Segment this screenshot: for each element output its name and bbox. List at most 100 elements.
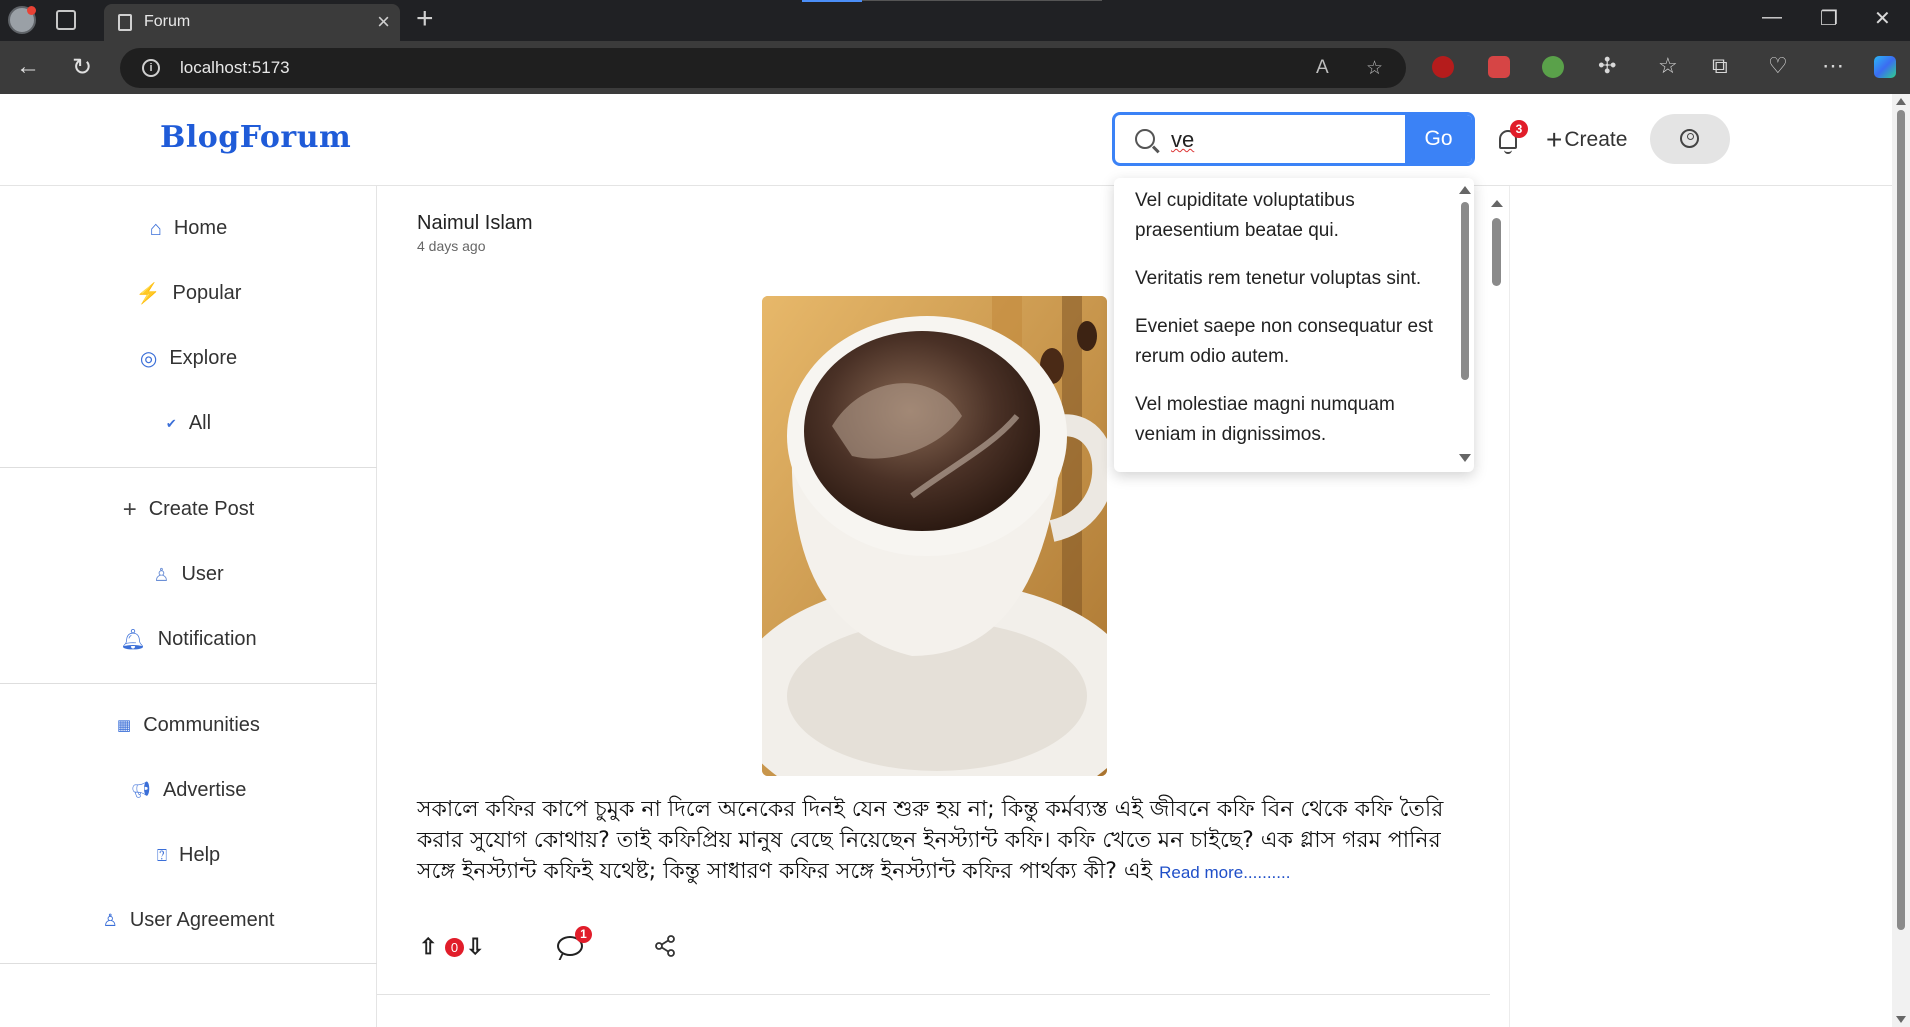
extension-icon[interactable] xyxy=(1542,56,1564,78)
post-author[interactable]: Naimul Islam xyxy=(417,212,533,235)
page: BlogForum Go 3 +Create ⌂Home ⚡Popular ◎E… xyxy=(0,94,1892,1027)
sidebar-item-advertise[interactable]: 📢︎ Advertise xyxy=(0,770,377,810)
post-time: 4 days ago xyxy=(417,238,486,254)
tab-actions-icon[interactable] xyxy=(56,10,76,30)
scroll-up-arrow[interactable] xyxy=(1459,186,1471,194)
read-aloud-icon[interactable]: A xyxy=(1316,57,1329,79)
browser-tab-bar: Forum × + — ❐ ✕ xyxy=(0,0,1910,41)
help-icon: ⍰ xyxy=(156,845,168,865)
sidebar-item-label: User Agreement xyxy=(129,909,275,931)
close-window-icon[interactable]: ✕ xyxy=(1874,6,1891,31)
restore-icon[interactable]: ❐ xyxy=(1820,6,1838,31)
scroll-up-arrow[interactable] xyxy=(1491,200,1503,207)
sidebar-item-label: Notification xyxy=(157,628,257,650)
scroll-thumb[interactable] xyxy=(1897,110,1905,930)
sidebar-item-communities[interactable]: ▦ Communities xyxy=(0,705,377,745)
search-input[interactable] xyxy=(1171,123,1351,157)
create-label: Create xyxy=(1564,128,1628,151)
sidebar-item-home[interactable]: ⌂ Home xyxy=(0,208,377,248)
create-button[interactable]: +Create xyxy=(1546,124,1627,156)
ublock-extension-icon[interactable] xyxy=(1432,56,1454,78)
sidebar-item-label: Create Post xyxy=(148,498,255,520)
search-icon xyxy=(1135,129,1155,149)
reload-icon[interactable]: ↻ xyxy=(72,53,92,82)
go-button[interactable]: Go xyxy=(1405,115,1472,163)
back-icon[interactable]: ← xyxy=(16,53,40,81)
sidebar-item-popular[interactable]: ⚡ Popular xyxy=(0,273,377,313)
scroll-down-arrow[interactable] xyxy=(1896,1016,1906,1023)
extension-icon[interactable] xyxy=(1488,56,1510,78)
suggestions-scrollbar[interactable] xyxy=(1456,178,1474,472)
sidebar-divider xyxy=(0,963,377,964)
close-tab-icon[interactable]: × xyxy=(377,9,390,35)
notification-bell-icon[interactable]: 3 xyxy=(1496,120,1528,154)
downvote-icon[interactable]: ⇩ xyxy=(466,934,484,960)
sidebar-item-notification[interactable]: 🔔︎ Notification xyxy=(0,619,377,659)
tab-title: Forum xyxy=(144,13,191,30)
minimize-icon[interactable]: — xyxy=(1762,6,1782,29)
favorite-star-icon[interactable]: ☆ xyxy=(1366,57,1383,80)
post-actions: ⇧ 0 ⇩ 1 xyxy=(417,926,717,962)
post-image[interactable] xyxy=(762,296,1107,776)
profile-button[interactable] xyxy=(1650,114,1730,164)
sidebar-item-label: User xyxy=(181,563,224,585)
sidebar-item-user-agreement[interactable]: ♙ User Agreement xyxy=(0,900,377,940)
sidebar-item-explore[interactable]: ◎ Explore xyxy=(0,338,377,378)
user-agreement-icon: ♙ xyxy=(102,910,118,930)
suggestion-item[interactable]: Veritatis rem tenetur voluptas sint. xyxy=(1114,256,1454,304)
scroll-down-arrow[interactable] xyxy=(1459,454,1471,462)
sidebar-item-help[interactable]: ⍰ Help xyxy=(0,835,377,875)
bell-icon: 🔔︎ xyxy=(120,628,146,651)
user-icon: ♙ xyxy=(153,564,170,585)
site-info-icon[interactable]: i xyxy=(142,59,160,77)
tab-indicator-track xyxy=(862,0,1102,1)
suggestion-item[interactable]: Vel molestiae magni numquam veniam in di… xyxy=(1114,382,1454,460)
read-more-link[interactable]: Read more.......... xyxy=(1159,863,1290,882)
sidebar-item-all[interactable]: ✔ All xyxy=(0,403,377,443)
upvote-icon[interactable]: ⇧ xyxy=(419,934,437,960)
sidebar-divider xyxy=(0,467,377,468)
user-circle-icon xyxy=(1680,129,1699,148)
home-icon: ⌂ xyxy=(149,217,162,240)
post-divider xyxy=(377,994,1490,995)
scroll-up-arrow[interactable] xyxy=(1896,98,1906,105)
new-tab-button[interactable]: + xyxy=(416,2,434,36)
sidebar-item-label: Explore xyxy=(169,347,238,369)
scroll-thumb[interactable] xyxy=(1492,218,1501,286)
share-icon[interactable] xyxy=(653,934,677,958)
search-suggestions: Vel cupiditate voluptatibus praesentium … xyxy=(1114,178,1474,472)
coffee-cup-image xyxy=(762,296,1107,776)
copilot-icon[interactable] xyxy=(1874,56,1896,78)
check-icon: ✔ xyxy=(165,415,177,431)
site-logo[interactable]: BlogForum xyxy=(160,120,351,155)
sidebar-item-label: Advertise xyxy=(162,779,247,801)
collections-icon[interactable]: ⧉ xyxy=(1712,53,1728,79)
more-menu-icon[interactable]: ⋯ xyxy=(1822,53,1844,79)
post-body: সকালে কফির কাপে চুমুক না দিলে অনেকের দিন… xyxy=(417,794,1457,888)
url-bar[interactable]: i localhost:5173 A ☆ xyxy=(120,48,1406,88)
sidebar-item-user[interactable]: ♙ User xyxy=(0,554,377,594)
sidebar: ⌂ Home ⚡ Popular ◎ Explore ✔ All + Create Pos… xyxy=(0,186,377,1027)
comment-count-badge: 1 xyxy=(575,926,592,943)
browser-tab[interactable]: Forum × xyxy=(104,4,400,41)
bolt-icon: ⚡ xyxy=(135,282,161,305)
site-header: BlogForum Go 3 +Create xyxy=(0,94,1892,186)
url-text[interactable]: localhost:5173 xyxy=(180,58,290,78)
browser-address-bar: ← ↻ i localhost:5173 A ☆ ✣ ☆ ⧉ ♡ ⋯ xyxy=(0,41,1910,94)
browser-essentials-icon[interactable]: ♡ xyxy=(1768,53,1788,79)
scroll-thumb[interactable] xyxy=(1461,202,1469,380)
sidebar-item-create-post[interactable]: + Create Post xyxy=(0,489,377,529)
sidebar-divider xyxy=(0,683,377,684)
sidebar-item-label: Help xyxy=(179,844,221,866)
browser-profile-avatar[interactable] xyxy=(8,6,36,34)
page-icon xyxy=(118,14,132,31)
vote-count: 0 xyxy=(445,938,464,957)
plus-icon: + xyxy=(122,495,137,523)
feed-scrollbar[interactable] xyxy=(1487,192,1505,1027)
suggestion-item[interactable]: Eveniet saepe non consequatur est rerum … xyxy=(1114,304,1454,382)
sidebar-item-label: Popular xyxy=(172,282,242,304)
page-scrollbar[interactable] xyxy=(1892,94,1910,1027)
extensions-puzzle-icon[interactable]: ✣ xyxy=(1598,53,1616,79)
suggestion-item[interactable]: Vel cupiditate voluptatibus praesentium … xyxy=(1114,178,1454,256)
favorites-icon[interactable]: ☆ xyxy=(1658,53,1678,79)
